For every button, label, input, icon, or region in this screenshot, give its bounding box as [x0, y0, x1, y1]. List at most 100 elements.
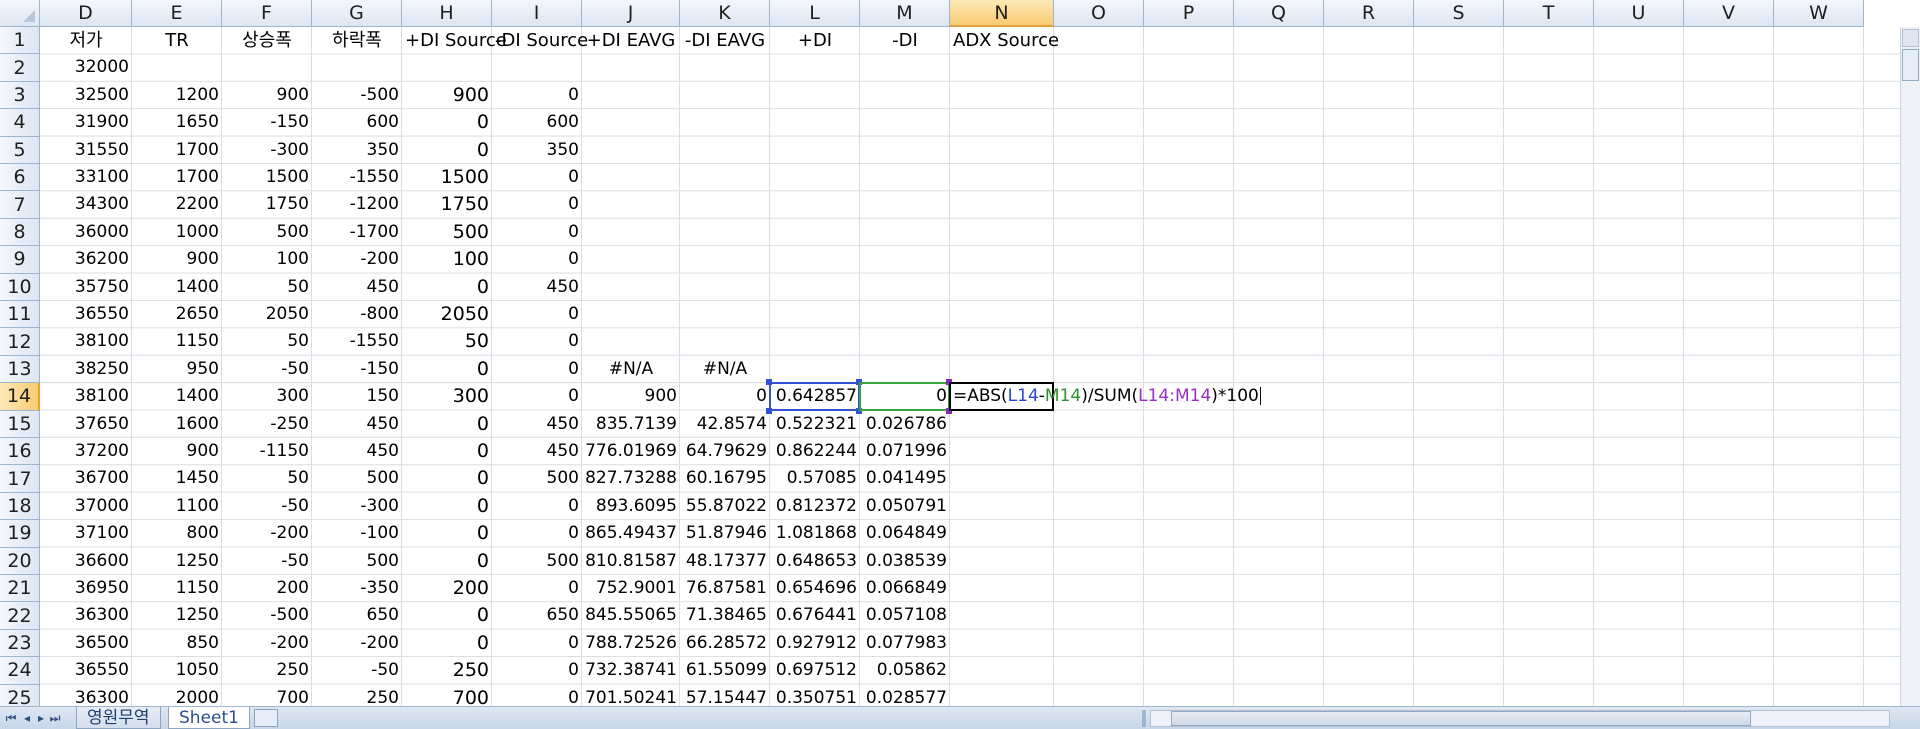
cell-M16[interactable]: 0.071996 [860, 438, 950, 465]
cell-L16[interactable]: 0.862244 [770, 438, 860, 465]
cell-J14[interactable]: 900 [582, 383, 680, 410]
cell-G25[interactable]: 250 [312, 685, 402, 706]
cell-D7[interactable]: 34300 [40, 191, 132, 218]
cell-J23[interactable]: 788.72526 [582, 630, 680, 657]
cell-H22[interactable]: 0 [402, 602, 492, 629]
cell-H23[interactable]: 0 [402, 630, 492, 657]
vertical-scrollbar[interactable] [1900, 27, 1920, 706]
cell-F21[interactable]: 200 [222, 575, 312, 602]
cell-K24[interactable]: 61.55099 [680, 657, 770, 684]
cell-J25[interactable]: 701.50241 [582, 685, 680, 706]
cell-D5[interactable]: 31550 [40, 137, 132, 164]
column-header-F[interactable]: F [222, 0, 312, 27]
cell-H13[interactable]: 0 [402, 356, 492, 383]
cell-G23[interactable]: -200 [312, 630, 402, 657]
cell-E13[interactable]: 950 [132, 356, 222, 383]
cell-L24[interactable]: 0.697512 [770, 657, 860, 684]
cell-L20[interactable]: 0.648653 [770, 548, 860, 575]
next-sheet-button[interactable]: ▸ [34, 710, 48, 726]
cell-I20[interactable]: 500 [492, 548, 582, 575]
cell-G8[interactable]: -1700 [312, 219, 402, 246]
row-header-9[interactable]: 9 [0, 246, 40, 274]
vertical-scroll-thumb[interactable] [1902, 49, 1919, 81]
cell-H21[interactable]: 200 [402, 575, 492, 602]
cell-I7[interactable]: 0 [492, 191, 582, 218]
cell-N1[interactable]: ADX Source [950, 27, 1059, 54]
cell-M25[interactable]: 0.028577 [860, 685, 950, 706]
cell-I14[interactable]: 0 [492, 383, 582, 410]
cell-K19[interactable]: 51.87946 [680, 520, 770, 547]
cell-F20[interactable]: -50 [222, 548, 312, 575]
cell-E6[interactable]: 1700 [132, 164, 222, 191]
cell-E12[interactable]: 1150 [132, 328, 222, 355]
cell-I25[interactable]: 0 [492, 685, 582, 706]
row-header-19[interactable]: 19 [0, 520, 40, 548]
cell-E15[interactable]: 1600 [132, 411, 222, 438]
cell-J18[interactable]: 893.6095 [582, 493, 680, 520]
cell-D14[interactable]: 38100 [40, 383, 132, 410]
cell-K20[interactable]: 48.17377 [680, 548, 770, 575]
cell-K21[interactable]: 76.87581 [680, 575, 770, 602]
cell-E17[interactable]: 1450 [132, 465, 222, 492]
cell-F10[interactable]: 50 [222, 274, 312, 301]
cell-D19[interactable]: 37100 [40, 520, 132, 547]
cell-J19[interactable]: 865.49437 [582, 520, 680, 547]
cell-K13[interactable]: #N/A [680, 356, 770, 383]
cell-K16[interactable]: 64.79629 [680, 438, 770, 465]
cell-K1[interactable]: -DI EAVG [680, 27, 770, 54]
cell-H12[interactable]: 50 [402, 328, 492, 355]
cell-G16[interactable]: 450 [312, 438, 402, 465]
row-header-12[interactable]: 12 [0, 328, 40, 356]
cell-F9[interactable]: 100 [222, 246, 312, 273]
cell-L15[interactable]: 0.522321 [770, 411, 860, 438]
cell-K23[interactable]: 66.28572 [680, 630, 770, 657]
cell-I10[interactable]: 450 [492, 274, 582, 301]
cell-L19[interactable]: 1.081868 [770, 520, 860, 547]
column-header-E[interactable]: E [132, 0, 222, 27]
cell-I21[interactable]: 0 [492, 575, 582, 602]
cell-F15[interactable]: -250 [222, 411, 312, 438]
column-header-Q[interactable]: Q [1234, 0, 1324, 27]
cell-D3[interactable]: 32500 [40, 82, 132, 109]
cell-G19[interactable]: -100 [312, 520, 402, 547]
cell-E7[interactable]: 2200 [132, 191, 222, 218]
row-header-7[interactable]: 7 [0, 191, 40, 219]
cell-H16[interactable]: 0 [402, 438, 492, 465]
cell-F17[interactable]: 50 [222, 465, 312, 492]
cell-F8[interactable]: 500 [222, 219, 312, 246]
column-header-P[interactable]: P [1144, 0, 1234, 27]
cell-H11[interactable]: 2050 [402, 301, 492, 328]
cell-D13[interactable]: 38250 [40, 356, 132, 383]
column-header-H[interactable]: H [402, 0, 492, 27]
cell-D10[interactable]: 35750 [40, 274, 132, 301]
horizontal-scroll-thumb[interactable] [1171, 711, 1751, 726]
cell-H7[interactable]: 1750 [402, 191, 492, 218]
column-header-R[interactable]: R [1324, 0, 1414, 27]
row-header-20[interactable]: 20 [0, 547, 40, 575]
cell-D21[interactable]: 36950 [40, 575, 132, 602]
cell-G6[interactable]: -1550 [312, 164, 402, 191]
cell-L1[interactable]: +DI [770, 27, 860, 54]
cell-I12[interactable]: 0 [492, 328, 582, 355]
cell-G11[interactable]: -800 [312, 301, 402, 328]
insert-sheet-icon[interactable] [254, 709, 278, 727]
cell-H17[interactable]: 0 [402, 465, 492, 492]
cell-L21[interactable]: 0.654696 [770, 575, 860, 602]
cell-F11[interactable]: 2050 [222, 301, 312, 328]
cell-M18[interactable]: 0.050791 [860, 493, 950, 520]
cell-G1[interactable]: 하락폭 [312, 27, 402, 54]
cell-H24[interactable]: 250 [402, 657, 492, 684]
row-header-1[interactable]: 1 [0, 27, 40, 55]
cell-J20[interactable]: 810.81587 [582, 548, 680, 575]
cell-F3[interactable]: 900 [222, 82, 312, 109]
cell-G15[interactable]: 450 [312, 411, 402, 438]
cell-M21[interactable]: 0.066849 [860, 575, 950, 602]
cell-D24[interactable]: 36550 [40, 657, 132, 684]
cell-G9[interactable]: -200 [312, 246, 402, 273]
cell-L23[interactable]: 0.927912 [770, 630, 860, 657]
cell-D20[interactable]: 36600 [40, 548, 132, 575]
cell-M20[interactable]: 0.038539 [860, 548, 950, 575]
row-header-5[interactable]: 5 [0, 136, 40, 164]
first-sheet-button[interactable]: ⏮ [4, 710, 18, 726]
cell-E19[interactable]: 800 [132, 520, 222, 547]
